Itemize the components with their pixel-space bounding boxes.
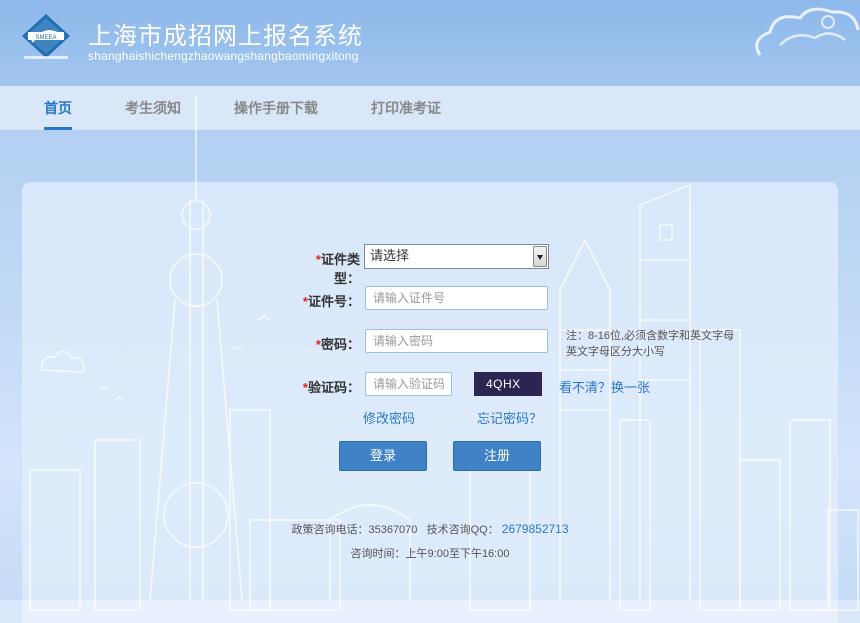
password-input[interactable]: 请输入密码 [365,329,548,353]
chevron-down-icon[interactable] [533,246,547,267]
password-label: *密码： [315,337,360,352]
tab-home[interactable]: 首页 [44,86,72,130]
page-subtitle: shanghaishichengzhaowangshangbaomingxito… [88,49,359,63]
forgot-password-link[interactable]: 忘记密码？ [477,408,542,427]
captcha-input[interactable]: 请输入验证码 [365,372,452,396]
password-hint-line1: 注：8-16位,必须含数字和英文字母 [566,330,735,342]
tab-manual-download[interactable]: 操作手册下载 [234,86,318,130]
smeea-logo: SMEEA [22,14,70,59]
tab-candidate-notice[interactable]: 考生须知 [125,86,181,130]
id-type-value: 请选择 [370,249,410,264]
password-hint-line2: 英文字母区分大小写 [566,346,665,358]
id-number-label: *证件号： [302,294,360,309]
id-type-select[interactable]: 请选择 [364,244,549,269]
page-title: 上海市成招网上报名系统 [88,22,363,50]
consult-hours: 咨询时间：上午9:00至下午16:00 [350,548,510,560]
main-nav: 首页 考生须知 操作手册下载 打印准考证 [0,86,860,130]
password-hint: 注：8-16位,必须含数字和英文字母 英文字母区分大小写 [566,328,734,360]
policy-phone: 政策咨询电话：35367070 [291,524,418,536]
header: SMEEA 上海市成招网上报名系统 shanghaishichengzhaowa… [0,0,860,86]
login-button[interactable]: 登录 [339,441,427,471]
id-type-label: *证件类型： [315,252,360,286]
tech-qq-label: 技术咨询QQ： [426,524,499,536]
cloud-decoration [755,7,860,56]
tab-print-admission-ticket[interactable]: 打印准考证 [371,86,441,130]
refresh-captcha-link[interactable]: 看不清？换一张 [559,377,650,396]
id-number-input[interactable]: 请输入证件号 [365,286,548,310]
logo-text: SMEEA [35,35,56,41]
register-button[interactable]: 注册 [453,441,541,471]
tech-qq-number[interactable]: 2679852713 [502,522,569,536]
captcha-label: *验证码： [302,380,360,395]
captcha-image[interactable]: 4QHX [474,372,542,396]
change-password-link[interactable]: 修改密码 [363,408,415,427]
contact-info: 政策咨询电话：35367070 技术咨询QQ： 2679852713 [0,521,860,537]
